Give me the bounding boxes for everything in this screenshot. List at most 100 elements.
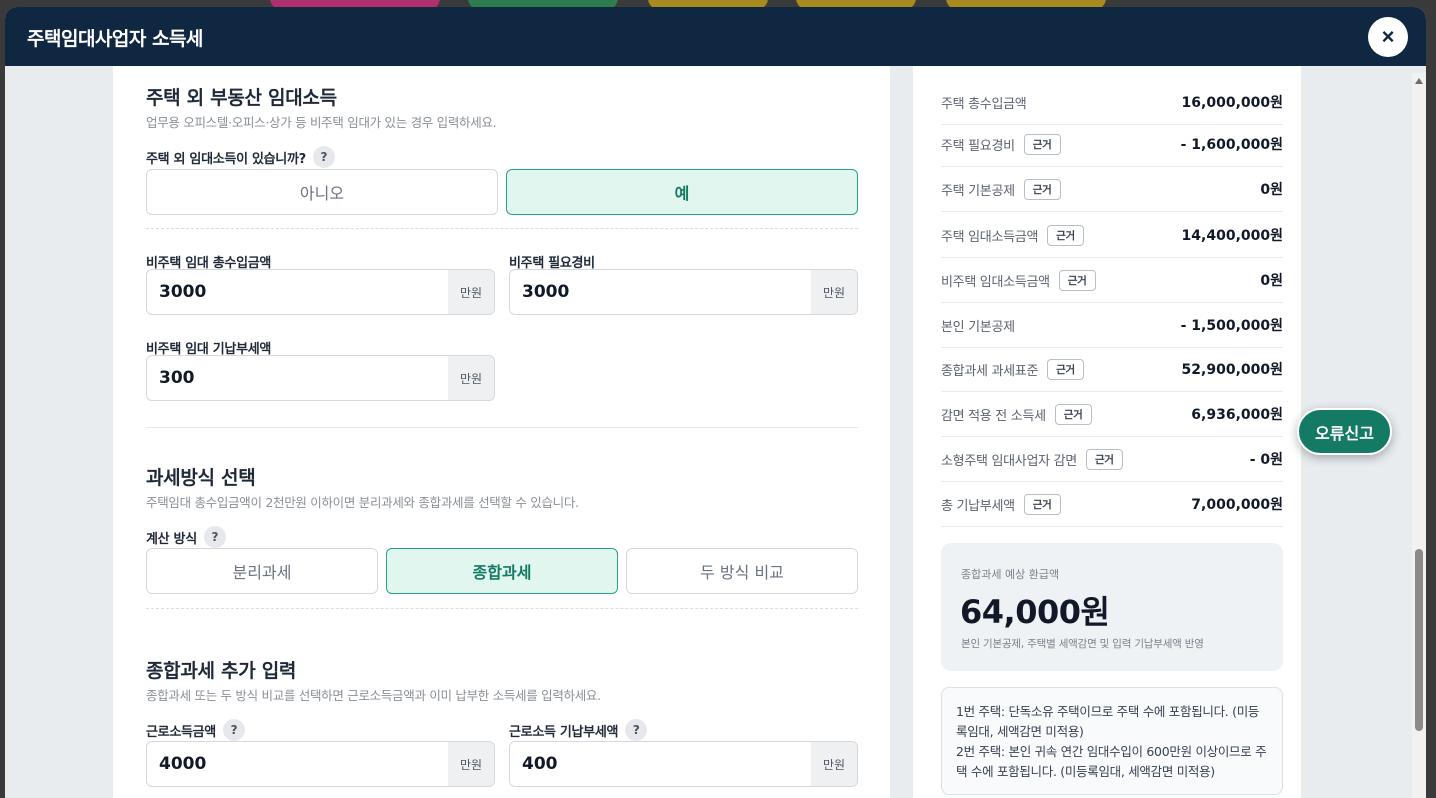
- result-label: 주택 총수입금액: [941, 93, 1027, 112]
- unit-label: 만원: [811, 270, 857, 314]
- result-label-text: 총 기납부세액: [941, 498, 1015, 514]
- result-label-text: 주택 임대소득금액: [941, 229, 1039, 245]
- result-row: 소형주택 임대사업자 감면 근거 - 0원: [941, 437, 1283, 482]
- result-label: 주택 임대소득금액 근거: [941, 224, 1084, 246]
- result-label-text: 감면 적용 전 소득세: [941, 408, 1046, 424]
- option-separate-tax-button[interactable]: 분리과세: [146, 548, 378, 594]
- section-title-tax-method: 과세방식 선택: [146, 467, 256, 489]
- housing-notes: 1번 주택: 단독소유 주택이므로 주택 수에 포함됩니다. (미등록임대, 세…: [941, 687, 1283, 795]
- basis-badge-button[interactable]: 근거: [1058, 269, 1096, 291]
- result-value: 6,936,000원: [1191, 407, 1283, 423]
- earned-prepaid-value[interactable]: 400: [510, 742, 811, 786]
- result-value: - 1,500,000원: [1180, 318, 1283, 334]
- result-label: 소형주택 임대사업자 감면 근거: [941, 448, 1123, 470]
- result-row: 종합과세 과세표준 근거 52,900,000원: [941, 347, 1283, 392]
- prepaid-input[interactable]: 300 만원: [146, 355, 495, 401]
- section-title-extra-input: 종합과세 추가 입력: [146, 660, 297, 682]
- result-label-text: 소형주택 임대사업자 감면: [941, 453, 1077, 469]
- note-item: 2번 주택: 본인 귀속 연간 임대수입이 600만원 이상이므로 주택 수에 …: [956, 744, 1267, 779]
- help-icon[interactable]: ?: [222, 719, 245, 741]
- result-row: 주택 임대소득금액 근거 14,400,000원: [941, 213, 1283, 258]
- result-value: - 1,600,000원: [1180, 137, 1283, 153]
- result-label: 감면 적용 전 소득세 근거: [941, 403, 1092, 425]
- scroll-up-icon[interactable]: [1415, 78, 1423, 84]
- unit-label: 만원: [448, 742, 494, 786]
- result-label-text: 비주택 임대소득금액: [941, 274, 1050, 290]
- result-label: 주택 필요경비 근거: [941, 133, 1061, 155]
- help-icon[interactable]: ?: [203, 526, 226, 548]
- section-divider: [146, 427, 858, 428]
- note-item: 1번 주택: 단독소유 주택이므로 주택 수에 포함됩니다. (미등록임대, 세…: [956, 704, 1260, 739]
- basis-badge-button[interactable]: 근거: [1023, 133, 1061, 155]
- question-non-housing: 주택 외 임대소득이 있습니까? ?: [146, 146, 335, 168]
- result-label-text: 본인 기본공제: [941, 319, 1015, 335]
- section-subtitle-tax-method: 주택임대 총수입금액이 2천만원 이하이면 분리과세와 종합과세를 선택할 수 …: [146, 495, 579, 510]
- refund-note: 본인 기본공제, 주택별 세액감면 및 입력 기납부세액 반영: [961, 638, 1204, 650]
- result-label: 본인 기본공제: [941, 316, 1015, 335]
- divider: [146, 608, 858, 609]
- result-value: 0원: [1260, 182, 1283, 198]
- scrollbar[interactable]: [1412, 73, 1426, 798]
- option-compare-button[interactable]: 두 방식 비교: [626, 548, 858, 594]
- expense-value[interactable]: 3000: [510, 270, 811, 314]
- basis-badge-button[interactable]: 근거: [1023, 493, 1061, 515]
- input-panel: 주택 외 부동산 임대소득 업무용 오피스텔·오피스·상가 등 비주택 임대가 …: [113, 66, 890, 798]
- calc-method-text: 계산 방식: [146, 531, 197, 547]
- refund-title: 종합과세 예상 환급액: [961, 568, 1060, 581]
- revenue-value[interactable]: 3000: [147, 270, 448, 314]
- close-icon: ×: [1381, 24, 1395, 49]
- result-value: 52,900,000원: [1181, 362, 1283, 378]
- modal-header: 주택임대사업자 소득세 ×: [5, 7, 1426, 66]
- basis-badge-button[interactable]: 근거: [1085, 448, 1123, 470]
- section-subtitle-non-housing: 업무용 오피스텔·오피스·상가 등 비주택 임대가 있는 경우 입력하세요.: [146, 115, 497, 130]
- result-label: 비주택 임대소득금액 근거: [941, 269, 1096, 291]
- calc-method-label: 계산 방식 ?: [146, 526, 226, 548]
- basis-badge-button[interactable]: 근거: [1054, 403, 1092, 425]
- prepaid-value[interactable]: 300: [147, 356, 448, 400]
- option-comprehensive-tax-button[interactable]: 종합과세: [386, 548, 618, 594]
- result-label: 총 기납부세액 근거: [941, 493, 1061, 515]
- basis-badge-button[interactable]: 근거: [1047, 224, 1084, 246]
- divider: [146, 228, 858, 229]
- earned-income-input[interactable]: 4000 만원: [146, 741, 495, 787]
- earned-income-value[interactable]: 4000: [147, 742, 448, 786]
- result-label-text: 주택 총수입금액: [941, 96, 1027, 112]
- option-no-button[interactable]: 아니오: [146, 169, 498, 215]
- basis-badge-button[interactable]: 근거: [1023, 178, 1061, 200]
- result-label-text: 종합과세 과세표준: [941, 363, 1039, 379]
- option-yes-button[interactable]: 예: [506, 169, 858, 215]
- earned-prepaid-input[interactable]: 400 만원: [509, 741, 858, 787]
- unit-label: 만원: [811, 742, 857, 786]
- earned-prepaid-text: 근로소득 기납부세액: [509, 724, 619, 740]
- result-value: 14,400,000원: [1181, 228, 1283, 244]
- earned-prepaid-label: 근로소득 기납부세액 ?: [509, 719, 648, 741]
- unit-label: 만원: [448, 356, 494, 400]
- result-row: 주택 기본공제 근거 0원: [941, 167, 1283, 212]
- report-error-button[interactable]: 오류신고: [1297, 408, 1392, 455]
- expense-input[interactable]: 3000 만원: [509, 269, 858, 315]
- help-icon[interactable]: ?: [625, 719, 648, 741]
- basis-badge-button[interactable]: 근거: [1047, 358, 1084, 380]
- result-value: 0원: [1260, 273, 1283, 289]
- scroll-thumb[interactable]: [1415, 549, 1423, 731]
- modal-title: 주택임대사업자 소득세: [27, 28, 203, 50]
- result-label-text: 주택 기본공제: [941, 183, 1015, 199]
- calculator-modal: 주택임대사업자 소득세 × 주택 외 부동산 임대소득 업무용 오피스텔·오피스…: [5, 7, 1426, 798]
- result-row: 감면 적용 전 소득세 근거 6,936,000원: [941, 392, 1283, 437]
- result-panel: 주택 총수입금액 16,000,000원 주택 필요경비 근거 - 1,600,000원…: [913, 66, 1301, 798]
- result-value: 16,000,000원: [1181, 95, 1283, 111]
- close-button[interactable]: ×: [1368, 17, 1408, 57]
- result-row: 주택 총수입금액 16,000,000원: [941, 80, 1283, 125]
- question-label: 주택 외 임대소득이 있습니까?: [146, 151, 306, 167]
- refund-amount: 64,000원: [960, 593, 1110, 631]
- result-value: 7,000,000원: [1191, 497, 1283, 513]
- result-row: 비주택 임대소득금액 근거 0원: [941, 258, 1283, 303]
- section-title-non-housing: 주택 외 부동산 임대소득: [146, 87, 337, 109]
- revenue-input[interactable]: 3000 만원: [146, 269, 495, 315]
- result-label-text: 주택 필요경비: [941, 138, 1015, 154]
- result-row: 주택 필요경비 근거 - 1,600,000원: [941, 122, 1283, 167]
- result-row: 총 기납부세액 근거 7,000,000원: [941, 482, 1283, 527]
- refund-summary: 종합과세 예상 환급액 64,000원 본인 기본공제, 주택별 세액감면 및 …: [941, 543, 1283, 671]
- earned-income-label: 근로소득금액 ?: [146, 719, 245, 741]
- help-icon[interactable]: ?: [312, 146, 335, 168]
